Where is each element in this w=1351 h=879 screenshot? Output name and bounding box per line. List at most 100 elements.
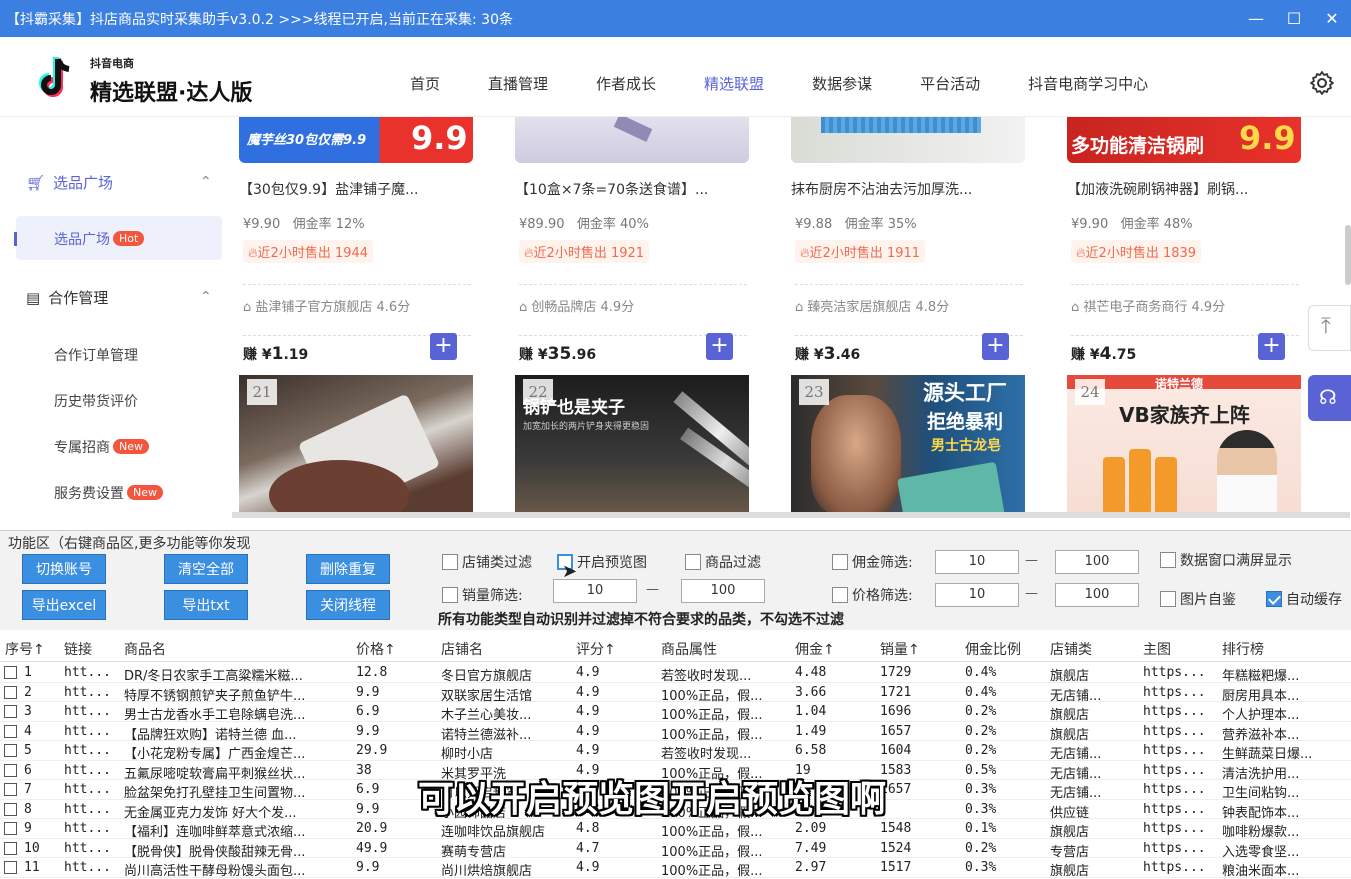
table-row[interactable]: 10 htt... 【脱骨侠】脱骨侠酸甜辣无骨... 49.9 赛萌专营店 4.7 100%… bbox=[0, 839, 1351, 860]
col-link-cell[interactable]: htt... bbox=[64, 685, 120, 700]
sidebar-item-selection-square[interactable]: 选品广场 Hot bbox=[54, 229, 145, 249]
col-link-cell[interactable]: htt... bbox=[64, 841, 120, 856]
sales-max-input[interactable]: 100 bbox=[681, 579, 765, 603]
col-main-image-cell[interactable]: https... bbox=[1143, 665, 1217, 680]
header-col-attribute[interactable]: 商品属性 bbox=[661, 639, 717, 659]
row-checkbox[interactable] bbox=[4, 861, 17, 874]
row-checkbox[interactable] bbox=[4, 724, 17, 738]
shop-info[interactable]: ⌂ 臻亮洁家居旗舰店 4.8分 bbox=[795, 284, 1023, 315]
nav-live[interactable]: 直播管理 bbox=[488, 73, 548, 94]
nav-data[interactable]: 数据参谋 bbox=[812, 73, 872, 94]
add-product-button[interactable]: + bbox=[1258, 333, 1285, 360]
col-link-cell[interactable]: htt... bbox=[64, 821, 120, 836]
col-main-image-cell[interactable]: https... bbox=[1143, 782, 1217, 797]
row-checkbox[interactable] bbox=[4, 763, 17, 777]
col-link-cell[interactable]: htt... bbox=[64, 704, 120, 719]
add-product-button[interactable]: + bbox=[706, 333, 733, 360]
sidebar-group-selection[interactable]: 🛒︎ 选品广场 bbox=[26, 172, 113, 193]
header-col-price[interactable]: 价格↑ bbox=[356, 639, 396, 659]
header-col-commission-ratio[interactable]: 佣金比例 bbox=[965, 639, 1021, 659]
vertical-scrollbar[interactable] bbox=[1345, 225, 1351, 285]
shop-info[interactable]: ⌂ 创畅品牌店 4.9分 bbox=[519, 284, 747, 315]
customer-service-button[interactable]: ☊ bbox=[1308, 375, 1351, 421]
price-max-input[interactable]: 100 bbox=[1055, 583, 1139, 607]
col-main-image-cell[interactable]: https... bbox=[1143, 724, 1217, 739]
product-title[interactable]: 【30包仅9.9】盐津铺子魔... bbox=[239, 179, 473, 199]
image-check-checkbox[interactable]: 图片自鉴 bbox=[1160, 589, 1236, 609]
col-link-cell[interactable]: htt... bbox=[64, 782, 120, 797]
export-txt-button[interactable]: 导出txt bbox=[164, 590, 248, 620]
product-title[interactable]: 【10盒×7条=70条送食谱】... bbox=[515, 179, 749, 199]
col-link-cell[interactable]: htt... bbox=[64, 860, 120, 875]
chevron-up-icon[interactable]: ⌃ bbox=[200, 289, 212, 305]
header-col-link[interactable]: 链接 bbox=[64, 639, 92, 659]
nav-home[interactable]: 首页 bbox=[410, 73, 440, 94]
row-checkbox[interactable] bbox=[4, 666, 17, 679]
header-col-shop-name[interactable]: 店铺名 bbox=[441, 639, 483, 659]
row-checkbox[interactable] bbox=[4, 744, 17, 757]
product-thumbnail[interactable]: 21 bbox=[239, 375, 473, 517]
goods-filter-checkbox[interactable]: 商品过滤 bbox=[685, 552, 761, 572]
remove-duplicates-button[interactable]: 删除重复 bbox=[306, 554, 390, 584]
shop-filter-checkbox[interactable]: 店铺类过滤 bbox=[442, 552, 532, 572]
col-main-image-cell[interactable]: https... bbox=[1143, 821, 1217, 836]
product-thumbnail[interactable]: 诺特兰德 VB家族齐上阵 24 bbox=[1067, 375, 1301, 517]
add-product-button[interactable]: + bbox=[430, 333, 457, 360]
nav-learning[interactable]: 抖音电商学习中心 bbox=[1028, 73, 1148, 94]
minimize-button[interactable]: — bbox=[1237, 0, 1275, 37]
settings-gear-icon[interactable] bbox=[1309, 70, 1335, 96]
col-link-cell[interactable]: htt... bbox=[64, 665, 120, 680]
price-min-input[interactable]: 10 bbox=[935, 583, 1019, 607]
product-title[interactable]: 【加液洗碗刷锅神器】刷锅... bbox=[1067, 179, 1301, 199]
col-link-cell[interactable]: htt... bbox=[64, 802, 120, 817]
sidebar-item-fee[interactable]: 服务费设置 New bbox=[54, 483, 163, 503]
col-link-cell[interactable]: htt... bbox=[64, 763, 120, 778]
add-product-button[interactable]: + bbox=[982, 333, 1009, 360]
col-main-image-cell[interactable]: https... bbox=[1143, 802, 1217, 817]
switch-account-button[interactable]: 切换账号 bbox=[22, 554, 106, 584]
col-main-image-cell[interactable]: https... bbox=[1143, 860, 1217, 875]
row-checkbox[interactable] bbox=[4, 802, 17, 816]
header-col-sales[interactable]: 销量↑ bbox=[880, 639, 920, 659]
header-col-index[interactable]: 序号↑ bbox=[5, 639, 45, 659]
col-main-image-cell[interactable]: https... bbox=[1143, 704, 1217, 719]
autosave-checkbox[interactable]: 自动缓存 bbox=[1266, 589, 1342, 609]
table-row[interactable]: 11 htt... 尚川高活性干酵母粉馒头面包... 9.9 尚川烘焙旗舰店 4.9 100… bbox=[0, 858, 1351, 879]
header-col-ranking[interactable]: 排行榜 bbox=[1222, 639, 1264, 659]
commission-min-input[interactable]: 10 bbox=[935, 550, 1019, 574]
sidebar-group-cooperation[interactable]: ▤ 合作管理 bbox=[26, 287, 108, 308]
product-title[interactable]: 抹布厨房不沾油去污加厚洗... bbox=[791, 179, 1025, 199]
sidebar-item-orders[interactable]: 合作订单管理 bbox=[54, 345, 138, 365]
price-filter-checkbox[interactable]: 价格筛选: bbox=[832, 585, 913, 605]
product-thumbnail[interactable]: 源头工厂 拒绝暴利 男士古龙皂 23 bbox=[791, 375, 1025, 517]
maximize-button[interactable]: ☐ bbox=[1275, 0, 1313, 37]
clear-all-button[interactable]: 清空全部 bbox=[164, 554, 248, 584]
fullscreen-checkbox[interactable]: 数据窗口满屏显示 bbox=[1160, 550, 1292, 570]
sidebar-item-history[interactable]: 历史带货评价 bbox=[54, 391, 138, 411]
shop-info[interactable]: ⌂ 祺芒电子商务商行 4.9分 bbox=[1071, 284, 1299, 315]
row-checkbox[interactable] bbox=[4, 685, 17, 699]
header-col-rating[interactable]: 评分↑ bbox=[576, 639, 616, 659]
header-col-commission[interactable]: 佣金↑ bbox=[795, 639, 835, 659]
back-to-top-button[interactable]: ⤒ bbox=[1308, 305, 1351, 351]
col-link-cell[interactable]: htt... bbox=[64, 724, 120, 739]
brand-logo[interactable]: 抖音电商 精选联盟·达人版 bbox=[38, 55, 252, 106]
close-thread-button[interactable]: 关闭线程 bbox=[306, 590, 390, 620]
close-button[interactable]: ✕ bbox=[1313, 0, 1351, 37]
sales-min-input[interactable]: 10 bbox=[553, 579, 637, 603]
header-col-main-image[interactable]: 主图 bbox=[1143, 639, 1171, 659]
product-thumbnail[interactable]: 锅铲也是夹子 加宽加长的两片铲身夹得更稳固 22 bbox=[515, 375, 749, 517]
table-row[interactable]: 4 htt... 【品牌狂欢购】诺特兰德 血... 9.9 诺特兰德滋补... 4.9 10… bbox=[0, 722, 1351, 743]
shop-info[interactable]: ⌂ 盐津铺子官方旗舰店 4.6分 bbox=[243, 284, 471, 315]
col-main-image-cell[interactable]: https... bbox=[1143, 763, 1217, 778]
row-checkbox[interactable] bbox=[4, 841, 17, 855]
sidebar-item-exclusive[interactable]: 专属招商 New bbox=[54, 437, 149, 457]
row-checkbox[interactable] bbox=[4, 783, 17, 796]
header-col-shop-type[interactable]: 店铺类 bbox=[1050, 639, 1092, 659]
col-main-image-cell[interactable]: https... bbox=[1143, 743, 1217, 758]
col-main-image-cell[interactable]: https... bbox=[1143, 685, 1217, 700]
nav-author[interactable]: 作者成长 bbox=[596, 73, 656, 94]
commission-max-input[interactable]: 100 bbox=[1055, 550, 1139, 574]
commission-filter-checkbox[interactable]: 佣金筛选: bbox=[832, 552, 913, 572]
row-checkbox[interactable] bbox=[4, 822, 17, 835]
